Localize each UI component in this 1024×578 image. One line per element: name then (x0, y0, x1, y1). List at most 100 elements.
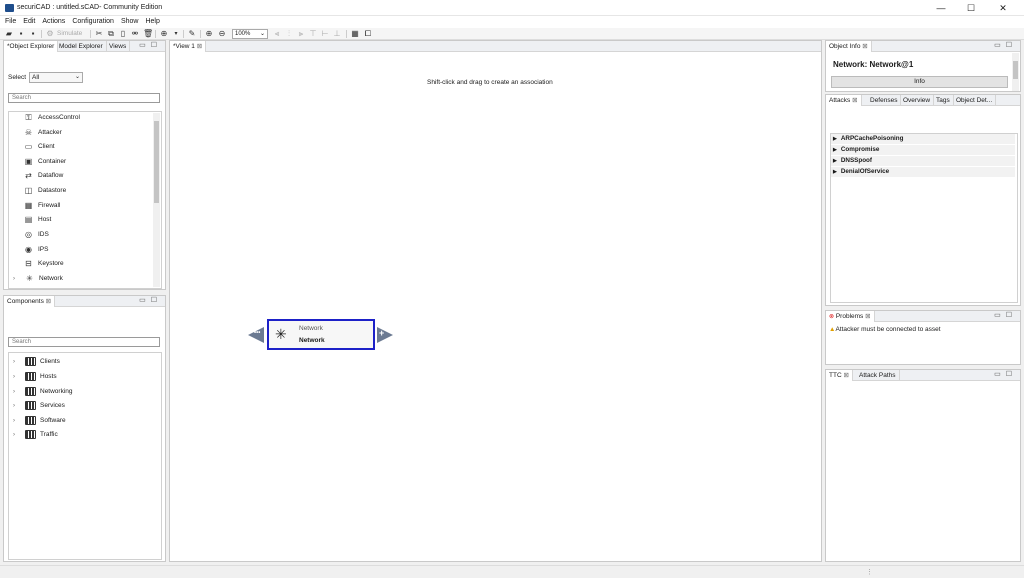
paste-icon[interactable]: ▯ (119, 30, 127, 38)
list-item-ips[interactable]: ◉ IPS (24, 244, 48, 256)
attack-row[interactable]: ▶ DNSSpoof (831, 156, 1015, 166)
close-button[interactable]: ✕ (988, 0, 1018, 16)
save-icon[interactable]: ▪ (17, 30, 25, 38)
tree-item-hosts[interactable]: › Hosts (13, 371, 57, 383)
close-icon[interactable]: ⊠ (843, 372, 848, 379)
panel-controls[interactable]: ▭☐ (994, 370, 1017, 381)
info-button[interactable]: Info (831, 76, 1008, 88)
tab-overview[interactable]: Overview (900, 95, 935, 106)
menu-configuration[interactable]: Configuration (72, 16, 114, 28)
simulate-icon[interactable]: ⚙ (46, 30, 54, 38)
close-icon[interactable]: ⊠ (862, 43, 867, 50)
maximize-button[interactable]: ☐ (956, 0, 986, 16)
tab-views[interactable]: Views (106, 41, 131, 52)
network-node[interactable]: ✳ Network Network (267, 319, 375, 350)
components-search-input[interactable]: Search (8, 337, 160, 347)
menu-actions[interactable]: Actions (42, 16, 65, 28)
add-icon[interactable]: ⊕ (160, 30, 168, 38)
menu-file[interactable]: File (5, 16, 16, 28)
add-dropdown-icon[interactable]: ▾ (172, 30, 180, 38)
chevron-right-icon[interactable]: › (13, 415, 19, 427)
align-left-icon[interactable]: ⫷ (273, 30, 281, 38)
panel-controls[interactable]: ▭☐ (139, 296, 162, 307)
select-dropdown[interactable]: All ⌄ (29, 72, 83, 83)
align-center-icon[interactable]: ⫶ (285, 30, 293, 38)
panel-controls[interactable]: ▭☐ (994, 311, 1017, 322)
close-icon[interactable]: ⊠ (197, 43, 202, 50)
unlink-icon[interactable]: ⚮ (131, 30, 139, 38)
tree-item-software[interactable]: › Software (13, 415, 66, 427)
close-icon[interactable]: ⊠ (46, 298, 51, 305)
panel-controls[interactable]: ▭☐ (994, 41, 1017, 52)
attack-row[interactable]: ▶ Compromise (831, 145, 1015, 155)
attack-row[interactable]: ▶ DenialOfService (831, 167, 1015, 177)
problem-item[interactable]: ▲Attacker must be connected to asset (829, 326, 941, 333)
tab-components[interactable]: Components ⊠ (4, 296, 56, 307)
node-left-handle-label: ••• (254, 330, 261, 336)
tab-object-explorer[interactable]: *Object Explorer (4, 41, 59, 52)
snap-icon[interactable]: ⧠ (364, 30, 372, 38)
chevron-right-icon[interactable]: › (13, 400, 19, 412)
chevron-right-icon[interactable]: › (13, 273, 19, 285)
list-item-firewall[interactable]: ▦ Firewall (24, 200, 61, 212)
close-icon[interactable]: ⊠ (852, 97, 857, 104)
tab-attack-paths[interactable]: Attack Paths (856, 370, 900, 381)
menu-show[interactable]: Show (121, 16, 139, 28)
align-top-icon[interactable]: ⊤ (309, 30, 317, 38)
delete-icon[interactable]: 🗑 (143, 30, 153, 38)
node-name: Network (299, 337, 325, 344)
zoom-select[interactable]: 100% ⌄ (232, 29, 268, 39)
list-scrollbar[interactable] (153, 113, 160, 287)
list-item-datastore[interactable]: ◫ Datastore (24, 185, 66, 197)
list-item-accesscontrol[interactable]: ⚿ AccessControl (24, 112, 79, 124)
menu-edit[interactable]: Edit (23, 16, 35, 28)
list-item-host[interactable]: ▤ Host (24, 214, 52, 226)
info-scrollbar[interactable] (1012, 53, 1019, 91)
save-all-icon[interactable]: ▪ (29, 30, 37, 38)
tab-model-explorer[interactable]: Model Explorer (56, 41, 107, 52)
open-icon[interactable]: ▰ (5, 30, 13, 38)
tab-object-info[interactable]: Object Info ⊠ (826, 41, 872, 52)
copy-icon[interactable]: ⧉ (107, 30, 115, 38)
tab-ttc[interactable]: TTC ⊠ (826, 370, 853, 381)
folder-icon (25, 415, 36, 425)
tab-attacks[interactable]: Attacks ⊠ (826, 95, 862, 106)
list-item-ids[interactable]: ◎ IDS (24, 229, 49, 241)
chevron-right-icon[interactable]: › (13, 429, 19, 441)
chevron-right-icon[interactable]: › (13, 386, 19, 398)
align-right-icon[interactable]: ⫸ (297, 30, 305, 38)
model-canvas[interactable] (170, 52, 821, 561)
tree-item-clients[interactable]: › Clients (13, 356, 60, 368)
grid-icon[interactable]: ▦ (351, 30, 359, 38)
menu-help[interactable]: Help (145, 16, 159, 28)
tab-view-1[interactable]: *View 1 ⊠ (170, 41, 207, 52)
list-item-client[interactable]: ▭ Client (24, 141, 55, 153)
zoom-in-icon[interactable]: ⊕ (205, 30, 213, 38)
cut-icon[interactable]: ✂ (95, 30, 103, 38)
attack-row[interactable]: ▶ ARPCachePoisoning (831, 134, 1015, 144)
simulate-button[interactable]: Simulate (57, 30, 82, 37)
close-icon[interactable]: ⊠ (865, 313, 870, 320)
tab-problems[interactable]: ⊗ Problems ⊠ (826, 311, 875, 322)
align-bottom-icon[interactable]: ⊥ (333, 30, 341, 38)
panel-controls[interactable]: ▭☐ (139, 41, 162, 52)
list-item-network[interactable]: › ✳ Network (13, 273, 63, 285)
object-search-input[interactable]: Search (8, 93, 160, 103)
chevron-right-icon[interactable]: › (13, 356, 19, 368)
pencil-icon[interactable]: ✎ (188, 30, 196, 38)
list-item-dataflow[interactable]: ⇄ Dataflow (24, 170, 63, 182)
chevron-right-icon[interactable]: › (13, 371, 19, 383)
tree-item-networking[interactable]: › Networking (13, 386, 73, 398)
list-item-keystore[interactable]: ⊟ Keystore (24, 258, 64, 270)
tab-label: Components (7, 298, 44, 305)
list-item-attacker[interactable]: ☠ Attacker (24, 127, 62, 139)
minimize-button[interactable]: — (926, 0, 956, 16)
list-item-container[interactable]: ▣ Container (24, 156, 66, 168)
tab-defenses[interactable]: Defenses (867, 95, 902, 106)
tree-item-traffic[interactable]: › Traffic (13, 429, 58, 441)
align-middle-icon[interactable]: ⊢ (321, 30, 329, 38)
tree-item-services[interactable]: › Services (13, 400, 65, 412)
tab-object-details[interactable]: Object Det... (953, 95, 997, 106)
zoom-out-icon[interactable]: ⊖ (218, 30, 226, 38)
tab-tags[interactable]: Tags (933, 95, 954, 106)
